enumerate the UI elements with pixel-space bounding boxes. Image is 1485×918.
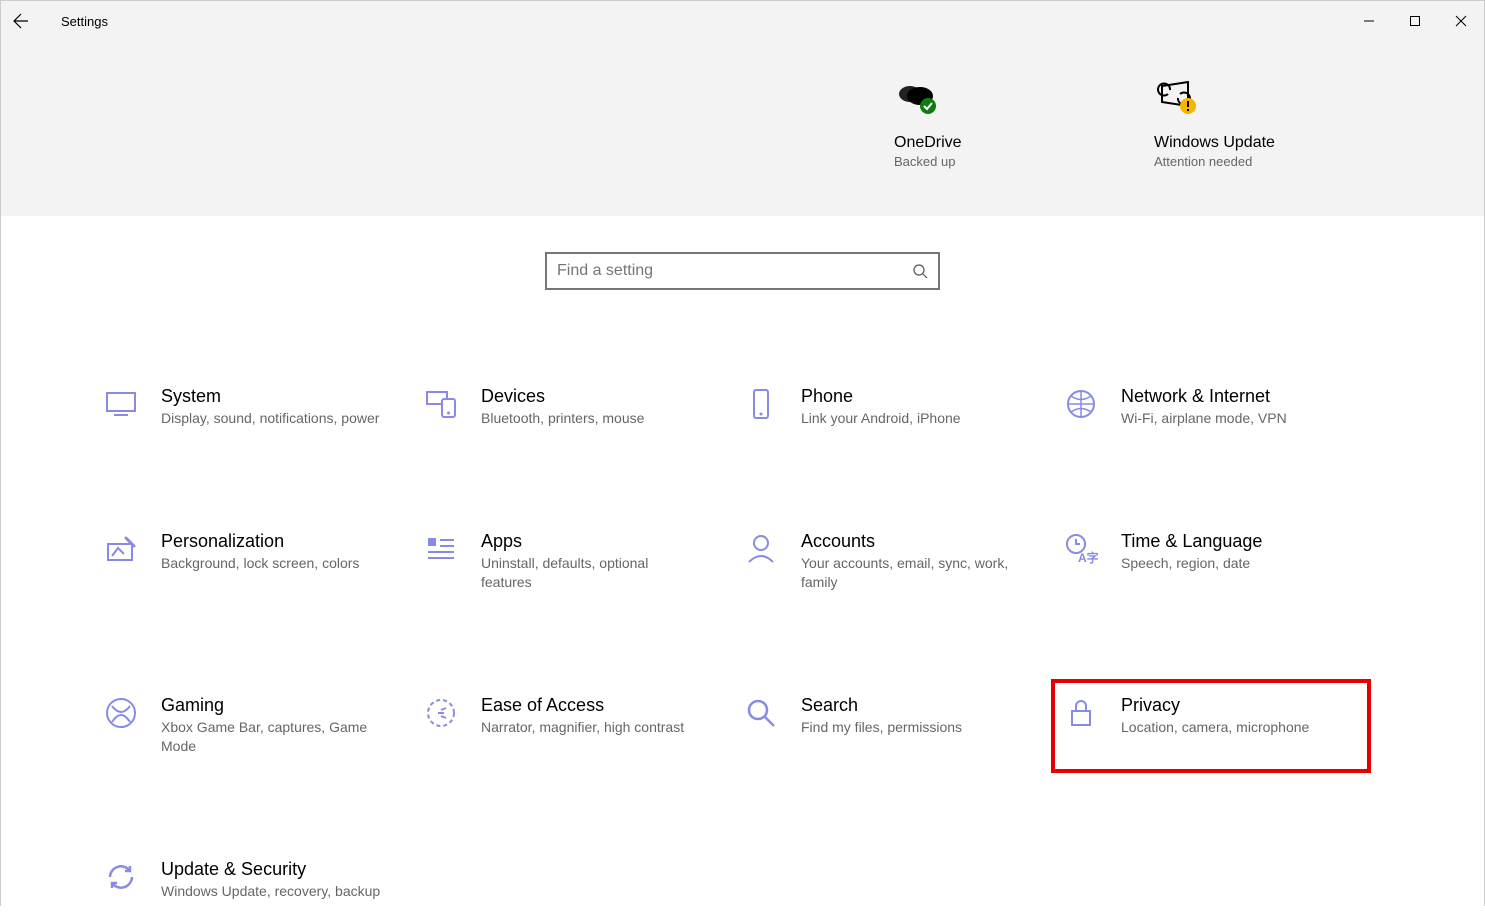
person-icon	[743, 531, 779, 567]
phone-icon	[743, 386, 779, 422]
category-update-security[interactable]: Update & Security Windows Update, recove…	[91, 843, 411, 918]
category-desc: Speech, region, date	[1121, 554, 1262, 574]
lock-icon	[1063, 695, 1099, 731]
category-desc: Find my files, permissions	[801, 718, 962, 738]
category-search[interactable]: Search Find my files, permissions	[731, 679, 1051, 773]
system-icon	[103, 386, 139, 422]
category-desc: Background, lock screen, colors	[161, 554, 359, 574]
windows-update-icon	[1154, 76, 1198, 120]
category-title: Personalization	[161, 531, 359, 552]
category-system[interactable]: System Display, sound, notifications, po…	[91, 370, 411, 445]
status-update-sub: Attention needed	[1154, 154, 1252, 169]
category-title: Apps	[481, 531, 701, 552]
status-windows-update[interactable]: Windows Update Attention needed	[1154, 76, 1304, 216]
status-update-title: Windows Update	[1154, 134, 1275, 152]
apps-icon	[423, 531, 459, 567]
category-title: Gaming	[161, 695, 381, 716]
category-desc: Your accounts, email, sync, work, family	[801, 554, 1021, 593]
status-onedrive-sub: Backed up	[894, 154, 955, 169]
category-desc: Display, sound, notifications, power	[161, 409, 379, 429]
search-wrap	[1, 252, 1484, 290]
header-status-area: OneDrive Backed up Windows Update Attent…	[1, 41, 1484, 216]
category-phone[interactable]: Phone Link your Android, iPhone	[731, 370, 1051, 445]
category-title: System	[161, 386, 379, 407]
category-title: Ease of Access	[481, 695, 684, 716]
category-desc: Narrator, magnifier, high contrast	[481, 718, 684, 738]
globe-icon	[1063, 386, 1099, 422]
category-apps[interactable]: Apps Uninstall, defaults, optional featu…	[411, 515, 731, 609]
arrow-left-icon	[13, 13, 29, 29]
category-desc: Link your Android, iPhone	[801, 409, 961, 429]
search-icon	[912, 263, 928, 279]
category-desc: Uninstall, defaults, optional features	[481, 554, 701, 593]
window-title: Settings	[41, 14, 108, 29]
category-title: Time & Language	[1121, 531, 1262, 552]
category-gaming[interactable]: Gaming Xbox Game Bar, captures, Game Mod…	[91, 679, 411, 773]
category-title: Phone	[801, 386, 961, 407]
paint-icon	[103, 531, 139, 567]
ease-icon	[423, 695, 459, 731]
minimize-button[interactable]	[1346, 1, 1392, 41]
category-title: Update & Security	[161, 859, 380, 880]
magnify-icon	[743, 695, 779, 731]
time-language-icon: A字	[1063, 531, 1099, 567]
svg-text:A字: A字	[1078, 550, 1098, 565]
category-desc: Location, camera, microphone	[1121, 718, 1309, 738]
category-network[interactable]: Network & Internet Wi-Fi, airplane mode,…	[1051, 370, 1371, 445]
status-onedrive-title: OneDrive	[894, 134, 962, 152]
category-devices[interactable]: Devices Bluetooth, printers, mouse	[411, 370, 731, 445]
category-personalization[interactable]: Personalization Background, lock screen,…	[91, 515, 411, 609]
category-accounts[interactable]: Accounts Your accounts, email, sync, wor…	[731, 515, 1051, 609]
category-grid: System Display, sound, notifications, po…	[1, 370, 1484, 918]
titlebar: Settings	[1, 1, 1484, 41]
close-icon	[1455, 15, 1467, 27]
search-box[interactable]	[545, 252, 940, 290]
devices-icon	[423, 386, 459, 422]
category-privacy[interactable]: Privacy Location, camera, microphone	[1051, 679, 1371, 773]
xbox-icon	[103, 695, 139, 731]
maximize-icon	[1409, 15, 1421, 27]
back-button[interactable]	[1, 1, 41, 41]
window-controls	[1346, 1, 1484, 41]
category-desc: Xbox Game Bar, captures, Game Mode	[161, 718, 381, 757]
category-title: Search	[801, 695, 962, 716]
category-title: Network & Internet	[1121, 386, 1287, 407]
close-button[interactable]	[1438, 1, 1484, 41]
category-desc: Windows Update, recovery, backup	[161, 882, 380, 902]
content: System Display, sound, notifications, po…	[1, 216, 1484, 918]
category-title: Devices	[481, 386, 644, 407]
category-desc: Wi-Fi, airplane mode, VPN	[1121, 409, 1287, 429]
category-title: Privacy	[1121, 695, 1309, 716]
category-time-language[interactable]: A字 Time & Language Speech, region, date	[1051, 515, 1371, 609]
search-input[interactable]	[557, 262, 912, 280]
minimize-icon	[1363, 15, 1375, 27]
status-onedrive[interactable]: OneDrive Backed up	[894, 76, 1044, 216]
category-ease-of-access[interactable]: Ease of Access Narrator, magnifier, high…	[411, 679, 731, 773]
maximize-button[interactable]	[1392, 1, 1438, 41]
category-desc: Bluetooth, printers, mouse	[481, 409, 644, 429]
onedrive-icon	[894, 76, 938, 120]
category-title: Accounts	[801, 531, 1021, 552]
sync-icon	[103, 859, 139, 895]
